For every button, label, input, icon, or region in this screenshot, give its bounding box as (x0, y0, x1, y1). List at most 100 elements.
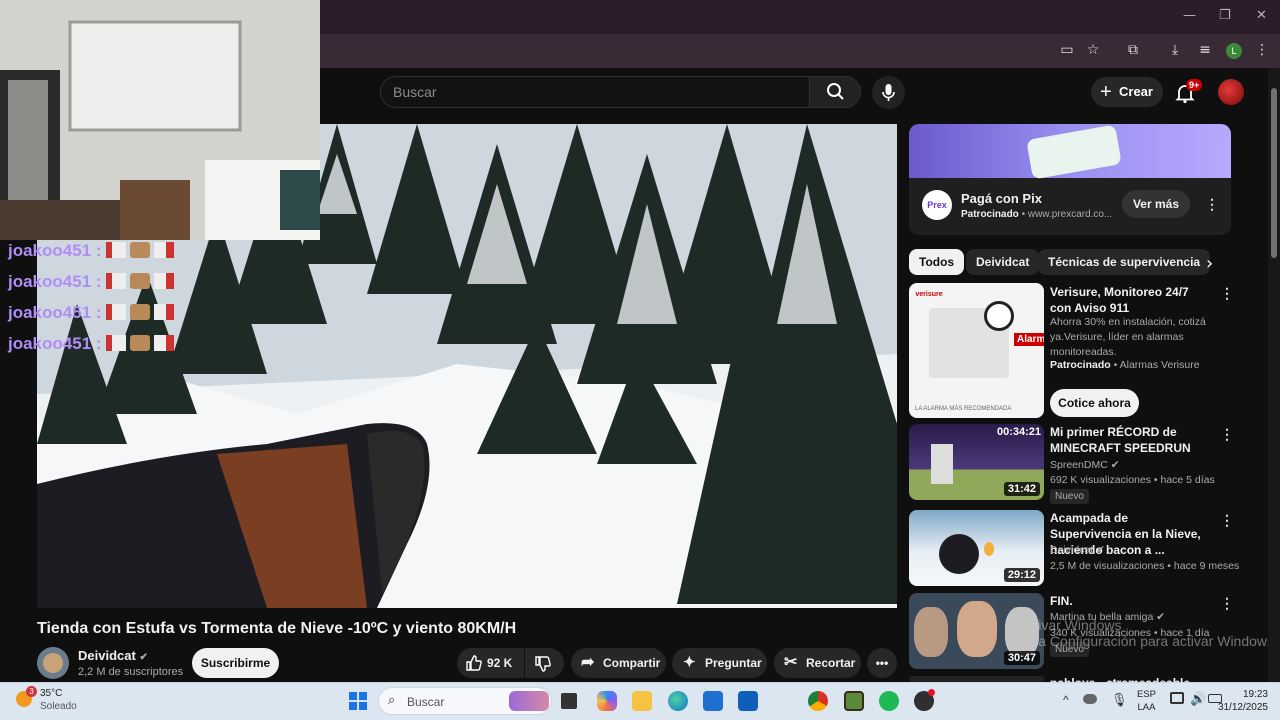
notification-badge: 9+ (1186, 79, 1203, 91)
chevron-right-icon[interactable]: › (1206, 253, 1213, 274)
related-menu-icon[interactable]: ⋮ (1220, 426, 1234, 442)
thumb-camera (984, 301, 1014, 331)
chat-separator: : (95, 334, 102, 353)
sparkle-icon: ✦ (683, 654, 696, 671)
clip-button[interactable]: ✂ Recortar (774, 648, 861, 678)
clock-time: 19:23 (1242, 689, 1268, 700)
profile-icon[interactable]: L (1226, 43, 1242, 59)
thumb-person (939, 534, 979, 574)
taskbar-search[interactable]: ⌕ Buscar (378, 687, 552, 715)
taskbar-search-label: Buscar (407, 695, 445, 709)
channel-text: SpreenDMC (1050, 459, 1108, 471)
restore-icon[interactable]: ❐ (1219, 8, 1231, 23)
tray-mic-icon[interactable]: 🎙 (1111, 692, 1128, 708)
ad-title: Pagá con Pix (961, 191, 1042, 206)
ad-menu-icon[interactable]: ⋮ (1205, 196, 1219, 212)
start-button[interactable] (348, 691, 368, 711)
share-icon: ➦ (581, 654, 595, 671)
sponsor-name: Alarmas Verisure (1119, 359, 1200, 371)
emote-icon (105, 273, 126, 289)
watermark-line1: Activar Windows (1018, 617, 1122, 633)
verified-icon: ✔ (1110, 459, 1120, 471)
minecraft-icon[interactable] (844, 691, 864, 711)
related-thumbnail[interactable]: 00:34:21 31:42 (909, 424, 1044, 500)
chip-survival[interactable]: Técnicas de supervivencia (1038, 249, 1211, 275)
related-menu-icon[interactable]: ⋮ (1220, 512, 1234, 528)
more-actions-button[interactable]: ••• (867, 648, 897, 678)
thumb-alarm-text: Alarma (1014, 333, 1044, 346)
store-icon[interactable] (703, 691, 723, 711)
ask-button[interactable]: ✦ Preguntar (672, 648, 767, 678)
create-button[interactable]: + Crear (1091, 77, 1163, 107)
ad-banner (909, 124, 1231, 180)
ad-url: www.prexcard.co... (1027, 209, 1113, 220)
edge-icon[interactable] (668, 691, 688, 711)
emote-icon (153, 242, 174, 258)
search-icon (827, 83, 844, 100)
chip-all[interactable]: Todos (909, 249, 965, 275)
copilot-icon[interactable] (597, 691, 617, 711)
thumb-fire (984, 542, 994, 556)
outlook-icon[interactable] (738, 691, 758, 711)
clock[interactable]: 19:23 31/12/2025 (1212, 688, 1268, 714)
new-badge: Nuevo (1050, 489, 1089, 504)
related-title[interactable]: Verisure, Monitoreo 24/7 con Aviso 911 (1050, 284, 1210, 316)
lang-secondary: LAA (1137, 702, 1156, 713)
avatar[interactable] (1218, 79, 1244, 105)
share-button[interactable]: ➦ Compartir (571, 648, 666, 678)
dislike-button[interactable] (525, 648, 564, 678)
watermark-line2: Ve a Configuración para activar Windows. (1018, 633, 1278, 649)
voice-search-button[interactable] (872, 76, 905, 109)
volume-icon[interactable]: 🔊 (1190, 691, 1206, 707)
related-title[interactable]: pablove - ctrameadeable (Full (1050, 675, 1210, 682)
chat-message: joakoo451 : (8, 334, 174, 356)
create-label: Crear (1119, 84, 1153, 99)
related-thumbnail[interactable]: verisure Alarma LA ALARMA MÁS RECOMENDAD… (909, 283, 1044, 418)
related-cta-button[interactable]: Cotice ahora (1050, 389, 1139, 417)
scrollbar-thumb[interactable] (1271, 88, 1277, 258)
search-button[interactable] (809, 76, 861, 108)
related-channel: SpreenDMC ✔ (1050, 458, 1120, 473)
tray-cloud-icon[interactable] (1083, 694, 1097, 704)
cast-icon[interactable]: ▭ (1058, 41, 1076, 59)
bookmark-star-icon[interactable]: ☆ (1084, 41, 1102, 59)
channel-avatar[interactable] (37, 647, 69, 679)
search-input[interactable]: Buscar (380, 76, 810, 108)
tray-chevron-icon[interactable]: ^ (1063, 693, 1069, 707)
language-indicator[interactable]: ESP LAA (1137, 688, 1156, 714)
thumb-character (931, 444, 953, 484)
file-explorer-icon[interactable] (632, 691, 652, 711)
chip-deividcat[interactable]: Deividcat (966, 249, 1040, 275)
related-title[interactable]: Mi primer RÉCORD de MINECRAFT SPEEDRUN (1050, 424, 1210, 456)
extensions-icon[interactable]: ⧉ (1124, 41, 1142, 59)
verified-icon: ✔ (139, 652, 148, 663)
chrome-icon[interactable] (808, 691, 828, 711)
emote-icon (129, 273, 150, 289)
related-title[interactable]: FIN. (1050, 593, 1210, 609)
emote-icon (105, 242, 126, 258)
task-view-icon[interactable] (561, 693, 577, 709)
windows-activation-watermark: Activar Windows Ve a Configuración para a… (1018, 617, 1278, 649)
weather-widget[interactable]: 3 35°C Soleado (14, 686, 104, 716)
notifications-button[interactable]: 9+ (1174, 79, 1203, 104)
close-icon[interactable]: ✕ (1256, 8, 1267, 23)
spotify-icon[interactable] (879, 691, 899, 711)
related-meta: 692 K visualizaciones • hace 5 días (1050, 474, 1215, 486)
network-icon[interactable] (1170, 692, 1184, 704)
chat-message: joakoo451 : (8, 241, 174, 263)
related-menu-icon[interactable]: ⋮ (1220, 285, 1234, 301)
ad-cta-button[interactable]: Ver más (1122, 190, 1190, 218)
media-icon[interactable]: ≡ (1196, 41, 1214, 59)
channel-name[interactable]: Deividcat ✔ (78, 648, 148, 663)
subscribe-button[interactable]: Suscribirme (192, 648, 279, 678)
related-thumbnail[interactable]: 29:12 (909, 510, 1044, 586)
ad-card[interactable]: Prex Pagá con Pix Patrocinado • www.prex… (909, 124, 1231, 235)
lang-primary: ESP (1137, 689, 1157, 700)
minimize-icon[interactable]: — (1183, 8, 1196, 23)
menu-icon[interactable]: ⋮ (1253, 41, 1271, 59)
download-icon[interactable]: ⤓ (1166, 41, 1184, 59)
related-menu-icon[interactable]: ⋮ (1220, 595, 1234, 611)
page-scrollbar[interactable] (1268, 68, 1280, 682)
like-button[interactable]: 92 K (457, 648, 524, 678)
verified-icon: ✔ (1096, 544, 1105, 556)
